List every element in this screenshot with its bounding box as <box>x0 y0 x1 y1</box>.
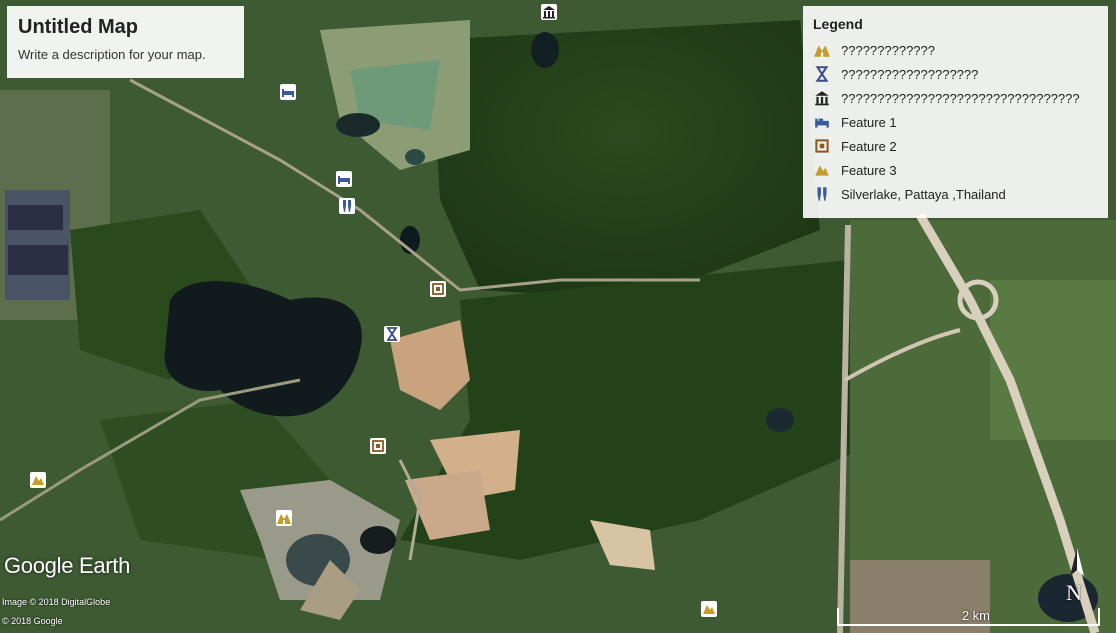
legend-label: Feature 3 <box>841 162 897 178</box>
legend-item[interactable]: Feature 3 <box>813 158 1098 182</box>
legend-item[interactable]: ????????????? <box>813 38 1098 62</box>
legend-label: ????????????????????????????????? <box>841 90 1080 106</box>
tent-icon <box>814 45 830 57</box>
legend-label: Feature 1 <box>841 114 897 130</box>
square-pin-icon[interactable] <box>370 438 386 454</box>
legend-label: Silverlake, Pattaya ,Thailand <box>841 186 1006 202</box>
hourglass-icon[interactable] <box>384 326 400 342</box>
hiker-icon <box>815 165 829 176</box>
legend-label: ??????????????????? <box>841 66 979 82</box>
map-description[interactable]: Write a description for your map. <box>18 47 233 62</box>
legend-label: Feature 2 <box>841 138 897 154</box>
square-pin-icon <box>815 139 829 153</box>
hourglass-icon <box>815 66 829 82</box>
museum-icon[interactable] <box>541 4 557 20</box>
legend-item[interactable]: ??????????????????? <box>813 62 1098 86</box>
google-earth-logo: Google Earth <box>4 553 130 579</box>
legend-label: ????????????? <box>841 42 935 58</box>
logo-google: Google <box>4 553 74 578</box>
scale-label: 2 km <box>961 608 990 623</box>
legend-item[interactable]: Silverlake, Pattaya ,Thailand <box>813 182 1098 206</box>
wine-icon[interactable] <box>339 198 355 214</box>
map-title-card: Untitled Map Write a description for you… <box>7 6 244 78</box>
hiker-icon[interactable] <box>701 601 717 617</box>
bed-icon <box>815 118 829 128</box>
legend-item[interactable]: Feature 1 <box>813 110 1098 134</box>
hiker-icon[interactable] <box>30 472 46 488</box>
compass-north-label: N <box>1066 580 1082 605</box>
imagery-credit: Image © 2018 DigitalGlobe <box>2 597 111 607</box>
wine-icon <box>817 187 827 201</box>
legend-item[interactable]: Feature 2 <box>813 134 1098 158</box>
logo-earth: Earth <box>78 553 131 578</box>
google-credit: © 2018 Google <box>2 616 63 626</box>
legend-heading: Legend <box>813 16 863 32</box>
map-title[interactable]: Untitled Map <box>18 16 233 39</box>
legend-panel: Legend ????????????? ???????????????????… <box>803 6 1108 218</box>
bed-icon[interactable] <box>336 171 352 187</box>
bed-icon[interactable] <box>280 84 296 100</box>
square-pin-icon[interactable] <box>430 281 446 297</box>
legend-item[interactable]: ????????????????????????????????? <box>813 86 1098 110</box>
museum-icon <box>815 91 829 106</box>
scale-bar: 2 km <box>837 606 1100 628</box>
tent-icon[interactable] <box>276 510 292 526</box>
